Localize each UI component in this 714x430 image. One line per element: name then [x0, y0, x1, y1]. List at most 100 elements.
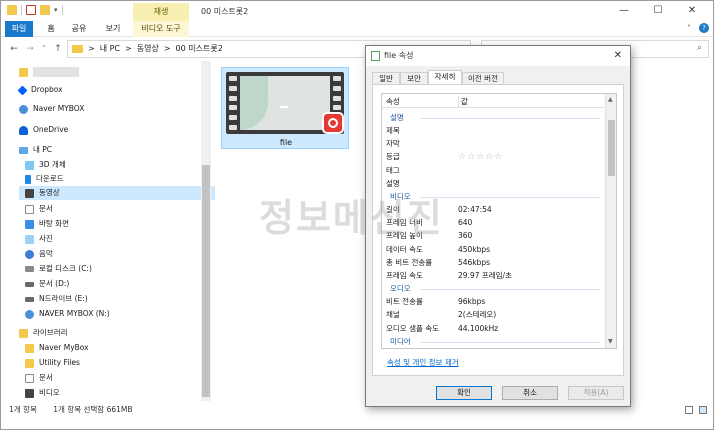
sidebar-item-label: 음악 — [39, 249, 53, 258]
sidebar-item-utility-files[interactable]: Utility Files — [25, 356, 80, 370]
property-row[interactable]: 데이터 속도 450kbps — [382, 244, 604, 256]
up-button[interactable]: ↑ — [51, 41, 65, 57]
sidebar-item-libraries[interactable]: 라이브러리 — [19, 326, 68, 340]
context-tab-play[interactable]: 재생 — [133, 3, 189, 21]
details-view-icon[interactable] — [685, 406, 693, 414]
breadcrumb-separator: > — [88, 44, 95, 53]
property-value: 44.100kHz — [458, 323, 499, 333]
title-bar: ▾ 재생 00 미스트롯2 — ☐ ✕ — [1, 1, 713, 21]
column-header-value[interactable]: 값 — [458, 96, 468, 107]
selection-info: 1개 항목 선택함 661MB — [53, 405, 133, 414]
property-row[interactable]: 프레임 속도 29.97 프레임/초 — [382, 270, 604, 282]
property-row[interactable]: 제목 — [382, 125, 604, 137]
sidebar-item-label: NAVER MYBOX (N:) — [39, 309, 110, 318]
sidebar-item-dropbox[interactable]: Dropbox — [17, 83, 63, 97]
customize-dropdown-icon[interactable]: ▾ — [54, 6, 58, 14]
sidebar-item-user[interactable] — [19, 65, 79, 79]
sidebar-item-drive-d[interactable]: 문서 (D:) — [25, 277, 69, 291]
property-name: 총 비트 전송률 — [386, 257, 433, 267]
navigation-scrollbar[interactable] — [201, 61, 211, 401]
property-value: 2(스테레오) — [458, 310, 497, 320]
sidebar-item-label: 문서 — [39, 204, 53, 213]
sidebar-item-naver-mybox-lib[interactable]: Naver MyBox — [25, 341, 89, 355]
property-row[interactable]: 등급 ☆☆☆☆☆ — [382, 151, 604, 163]
sidebar-item-lib-documents[interactable]: 문서 — [25, 371, 53, 385]
video-thumbnail — [240, 76, 330, 130]
breadcrumb-videos[interactable]: 동영상 — [137, 41, 159, 57]
sidebar-item-3d-objects[interactable]: 3D 개체 — [25, 158, 66, 172]
rating-stars[interactable]: ☆☆☆☆☆ — [458, 151, 503, 163]
breadcrumb-current-folder[interactable]: 00 미스트롯2 — [176, 41, 223, 57]
search-icon: ⌕ — [696, 43, 702, 53]
remove-properties-link[interactable]: 속성 및 개인 정보 제거 — [387, 357, 459, 368]
forward-button[interactable]: → — [23, 41, 37, 57]
property-row[interactable]: 자막 — [382, 138, 604, 150]
sidebar-item-documents[interactable]: 문서 — [25, 202, 53, 216]
sidebar-item-lib-videos[interactable]: 비디오 — [25, 386, 60, 400]
sidebar-item-label: 문서 — [39, 373, 53, 382]
minimize-button[interactable]: — — [607, 1, 641, 21]
scroll-down-icon[interactable]: ▼ — [608, 338, 613, 345]
cloud-icon — [19, 104, 28, 114]
dialog-title-bar: file 속성 ✕ — [366, 46, 630, 66]
sidebar-item-pictures[interactable]: 사진 — [25, 232, 53, 246]
scroll-up-icon[interactable]: ▲ — [608, 96, 613, 103]
apply-button[interactable]: 적용(A) — [568, 386, 624, 400]
sidebar-item-naver-mybox[interactable]: Naver MYBOX — [19, 102, 84, 116]
tab-file[interactable]: 파일 — [5, 21, 33, 37]
sidebar-item-my-pc[interactable]: 내 PC — [19, 143, 52, 157]
folder-icon[interactable] — [7, 5, 17, 15]
tab-home[interactable]: 홈 — [41, 21, 61, 37]
breadcrumb-my-pc[interactable]: 내 PC — [100, 41, 120, 57]
property-row[interactable]: 총 비트 전송률 546kbps — [382, 257, 604, 269]
help-icon[interactable]: ? — [699, 23, 709, 33]
property-value: 450kbps — [458, 244, 491, 254]
dialog-close-button[interactable]: ✕ — [614, 46, 622, 66]
dropbox-icon — [17, 85, 28, 95]
separator — [61, 5, 63, 15]
sidebar-item-downloads[interactable]: 다운로드 — [25, 172, 64, 186]
file-item[interactable]: file — [221, 67, 349, 149]
sidebar-item-music[interactable]: 음악 — [25, 247, 53, 261]
tab-share[interactable]: 공유 — [67, 21, 91, 37]
properties-scrollbar[interactable]: ▲ ▼ — [605, 94, 616, 348]
property-group-label: 설명 — [390, 113, 404, 122]
tab-video-tools[interactable]: 비디오 도구 — [133, 21, 189, 37]
back-button[interactable]: ← — [7, 41, 21, 57]
ok-button[interactable]: 확인 — [436, 386, 492, 400]
breadcrumb-separator[interactable]: > — [164, 41, 171, 57]
property-row[interactable]: 태그 — [382, 165, 604, 177]
close-button[interactable]: ✕ — [675, 1, 709, 21]
video-icon — [25, 388, 34, 398]
sidebar-item-desktop[interactable]: 바탕 화면 — [25, 217, 69, 231]
file-icon — [371, 51, 380, 61]
property-row[interactable]: 비트 전송률 96kbps — [382, 296, 604, 308]
column-header-property[interactable]: 속성 — [386, 96, 400, 107]
sidebar-item-label: 다운로드 — [36, 174, 64, 183]
property-value: 02:47:54 — [458, 205, 492, 214]
library-icon — [19, 328, 28, 338]
large-icons-view-icon[interactable] — [699, 406, 707, 414]
new-folder-icon[interactable] — [40, 5, 50, 15]
sidebar-item-videos[interactable]: 동영상 — [19, 186, 215, 200]
sidebar-item-drive-c[interactable]: 로컬 디스크 (C:) — [25, 262, 92, 276]
sidebar-item-onedrive[interactable]: OneDrive — [19, 123, 68, 137]
maximize-button[interactable]: ☐ — [641, 1, 675, 21]
property-row[interactable]: 채널 2(스테레오) — [382, 309, 604, 321]
dialog-title: file 속성 — [384, 51, 414, 60]
expand-ribbon-icon[interactable]: ˅ — [687, 24, 691, 33]
sidebar-item-naver-mybox-drive[interactable]: NAVER MYBOX (N:) — [25, 307, 110, 321]
scrollbar-thumb[interactable] — [202, 165, 210, 397]
file-name: file — [279, 138, 293, 147]
cancel-button[interactable]: 취소 — [502, 386, 558, 400]
folder-icon — [25, 343, 34, 353]
tab-view[interactable]: 보기 — [101, 21, 125, 37]
watermark: 정보메신진 — [259, 196, 444, 240]
sidebar-item-drive-e[interactable]: N드라이브 (E:) — [25, 292, 88, 306]
video-folder-icon — [25, 188, 34, 198]
breadcrumb-separator[interactable]: > — [125, 41, 132, 57]
properties-icon[interactable] — [26, 5, 36, 15]
scrollbar-thumb[interactable] — [608, 120, 615, 176]
recent-locations-button[interactable]: ˅ — [37, 41, 51, 57]
property-row[interactable]: 오디오 샘플 속도 44.100kHz — [382, 323, 604, 335]
